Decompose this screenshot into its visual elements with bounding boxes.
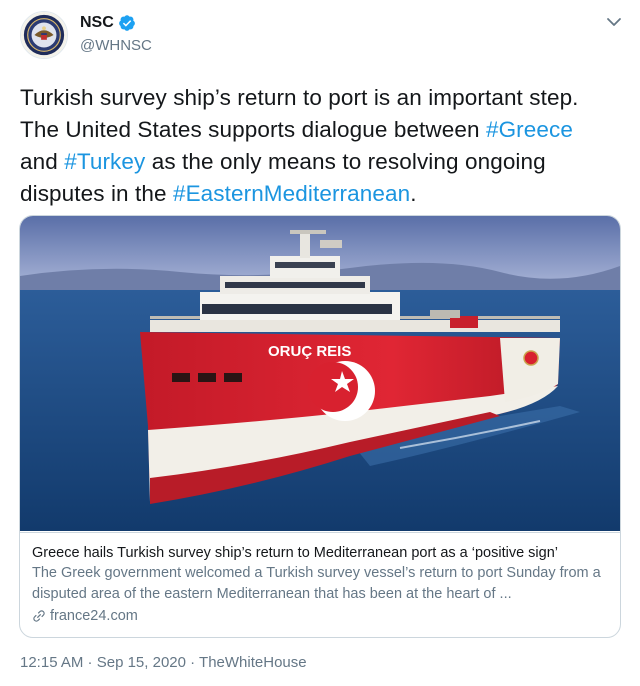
tweet-text-line: disputes in the #EasternMediterranean.: [20, 178, 620, 210]
card-title[interactable]: Greece hails Turkish survey ship’s retur…: [32, 543, 608, 563]
tweet-text-span: as the only means to resolving ongoing: [145, 149, 546, 174]
author-name[interactable]: NSC: [80, 14, 114, 32]
ship-name-label: ORUÇ REIS: [268, 343, 351, 360]
author-block: NSC @WHNSC: [80, 12, 152, 54]
tweet-text-line: Turkish survey ship’s return to port is …: [20, 85, 579, 110]
presidential-seal-icon: [21, 12, 67, 58]
tweet-meta: 12:15 AM · Sep 15, 2020 · TheWhiteHouse: [20, 654, 307, 671]
chevron-down-icon[interactable]: [604, 12, 624, 32]
card-description: The Greek government welcomed a Turkish …: [32, 565, 601, 602]
avatar[interactable]: [20, 11, 68, 59]
ship-photo: ORUÇ REIS: [20, 216, 620, 531]
link-card[interactable]: ORUÇ REIS Greece hails Turkish survey sh…: [19, 215, 621, 638]
tweet-text-line: and #Turkey as the only means to resolvi…: [20, 146, 620, 178]
tweet-text-line: The United States supports dialogue betw…: [20, 114, 620, 146]
tweet-text-span: .: [410, 181, 417, 206]
author-handle[interactable]: @WHNSC: [80, 37, 152, 54]
card-domain-row[interactable]: france24.com: [32, 605, 608, 627]
tweet-text: Turkish survey ship’s return to port is …: [20, 82, 620, 210]
meta-separator: ·: [83, 654, 97, 671]
card-image[interactable]: ORUÇ REIS: [20, 216, 620, 531]
verified-badge-icon: [118, 15, 135, 31]
tweet-text-span: and: [20, 149, 65, 174]
tweet-text-span: The United States supports dialogue betw…: [20, 117, 486, 142]
tweet-time[interactable]: 12:15 AM: [20, 654, 83, 671]
hashtag-turkey[interactable]: #Turkey: [64, 149, 145, 174]
meta-separator: ·: [185, 654, 200, 671]
tweet-date[interactable]: Sep 15, 2020: [97, 654, 186, 671]
card-domain: france24.com: [50, 608, 138, 624]
card-body[interactable]: Greece hails Turkish survey ship’s retur…: [20, 532, 620, 637]
tweet: NSC @WHNSC Turkish survey ship’s return …: [0, 0, 640, 686]
hashtag-greece[interactable]: #Greece: [486, 117, 573, 142]
hashtag-eastern-mediterranean[interactable]: #EasternMediterranean: [173, 181, 410, 206]
tweet-text-span: disputes in the: [20, 181, 173, 206]
tweet-source[interactable]: TheWhiteHouse: [199, 654, 307, 671]
link-icon: [33, 610, 45, 622]
